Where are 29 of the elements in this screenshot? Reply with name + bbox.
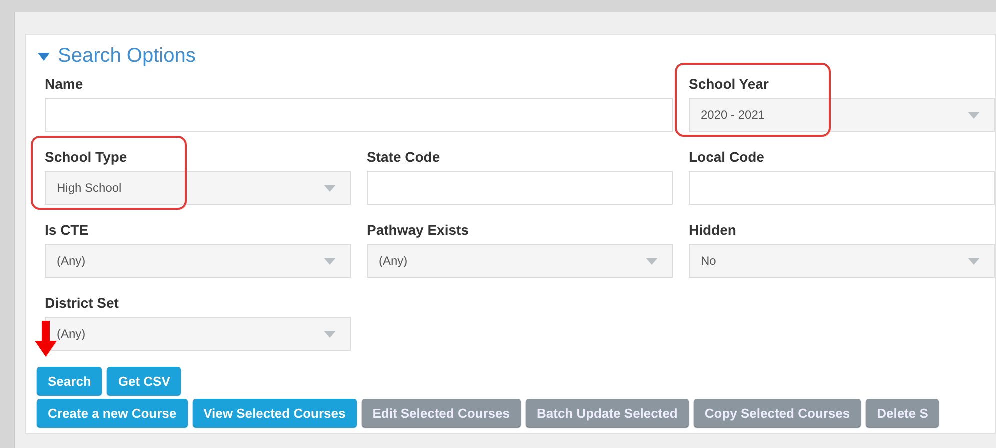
action-button[interactable]: Create a new Course	[37, 399, 188, 427]
dropdown-caret-icon	[324, 258, 336, 264]
select-field[interactable]: (Any)	[367, 244, 673, 278]
text-field[interactable]	[45, 98, 673, 132]
dropdown-caret-icon	[968, 258, 980, 264]
text-field[interactable]	[689, 171, 995, 205]
select-field[interactable]: No	[689, 244, 995, 278]
text-field[interactable]	[367, 171, 673, 205]
action-button[interactable]: Get CSV	[107, 367, 182, 395]
field-label: Pathway Exists	[367, 222, 470, 238]
field-label: Hidden	[689, 222, 738, 238]
select-field[interactable]: (Any)	[45, 244, 351, 278]
field-label: Name	[45, 76, 84, 92]
field-label: Local Code	[689, 149, 766, 165]
select-field[interactable]: (Any)	[45, 317, 351, 351]
collapse-caret-icon[interactable]	[38, 52, 50, 60]
field-label: School Type	[45, 149, 128, 165]
field-label: State Code	[367, 149, 442, 165]
select-field[interactable]: 2020 - 2021	[689, 98, 995, 132]
dropdown-caret-icon	[324, 330, 336, 338]
section-title: Search Options	[58, 45, 196, 68]
dropdown-caret-icon	[646, 258, 658, 264]
dropdown-caret-icon	[324, 184, 336, 192]
dropdown-caret-icon	[968, 112, 980, 118]
field-label: District Set	[45, 295, 120, 311]
action-button[interactable]: View Selected Courses	[192, 399, 357, 427]
select-field[interactable]: High School	[45, 171, 351, 205]
field-label: Is CTE	[45, 222, 90, 238]
field-label: School Year	[689, 76, 770, 92]
